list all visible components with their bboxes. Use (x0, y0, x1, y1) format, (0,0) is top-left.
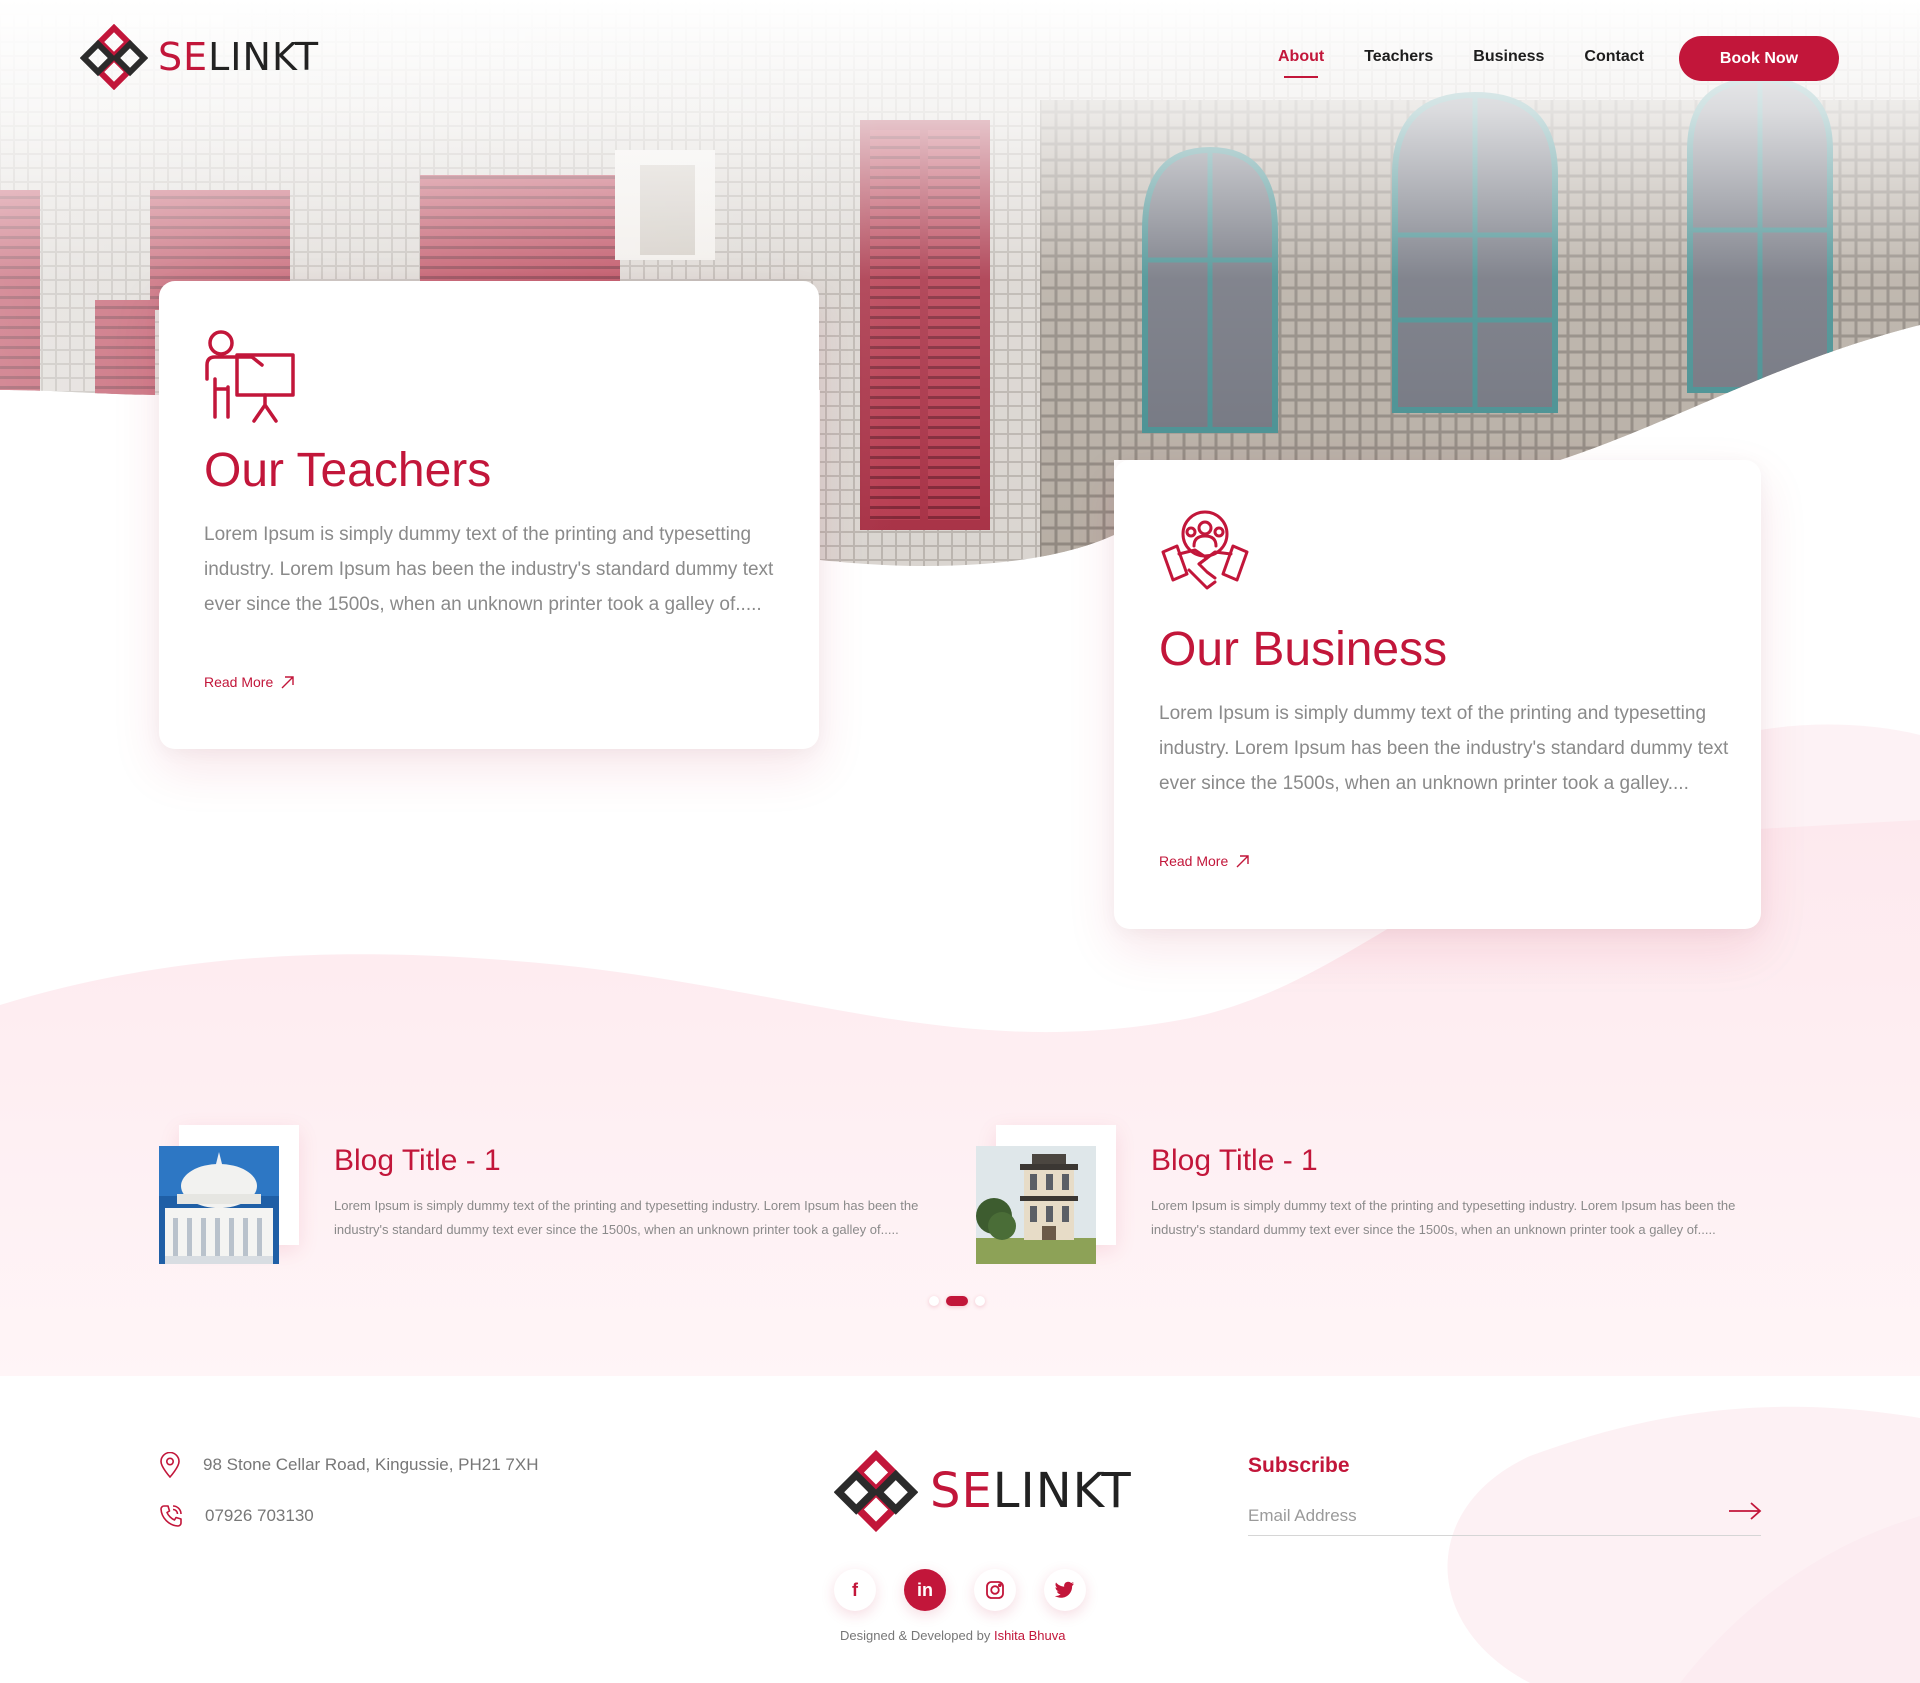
brand-wordmark: SELINKT (930, 1463, 1132, 1519)
carousel-dot-1[interactable] (929, 1296, 939, 1306)
carousel-dot-2[interactable] (946, 1296, 968, 1306)
carousel-dot-3[interactable] (975, 1296, 985, 1306)
address-text: 98 Stone Cellar Road, Kingussie, PH21 7X… (203, 1455, 539, 1474)
phone-text: 07926 703130 (205, 1506, 314, 1525)
teacher-board-icon (205, 330, 295, 423)
mansion-image (976, 1146, 1096, 1264)
top-navigation: SELINKT About Teachers Business Contact … (0, 0, 1920, 116)
teachers-title: Our Teachers (204, 444, 492, 497)
business-title: Our Business (1159, 623, 1448, 676)
blog-title: Blog Title - 1 (1151, 1144, 1318, 1177)
read-more-label: Read More (204, 674, 274, 690)
teachers-description: Lorem Ipsum is simply dummy text of the … (204, 524, 774, 615)
arrow-up-right-icon (281, 675, 294, 688)
nav-links: About Teachers Business Contact (1278, 48, 1684, 78)
read-more-label: Read More (1159, 853, 1229, 869)
business-description: Lorem Ipsum is simply dummy text of the … (1159, 703, 1729, 794)
designer-name[interactable]: Ishita Bhuva (994, 1628, 1066, 1643)
twitter-icon[interactable] (1044, 1569, 1086, 1611)
email-field[interactable] (1248, 1496, 1761, 1536)
instagram-icon[interactable] (974, 1569, 1016, 1611)
social-links: f in (834, 1569, 1086, 1611)
nav-link-business[interactable]: Business (1473, 48, 1544, 66)
subscribe-heading: Subscribe (1248, 1454, 1350, 1477)
footer-credit: Designed & Developed by Ishita Bhuva (840, 1628, 1066, 1643)
footer-phone[interactable]: 07926 703130 (159, 1504, 314, 1528)
location-pin-icon (160, 1452, 180, 1478)
footer-address: 98 Stone Cellar Road, Kingussie, PH21 7X… (159, 1452, 538, 1478)
nav-link-about[interactable]: About (1278, 48, 1324, 78)
tower-balcony-image (159, 1146, 279, 1264)
footer-brand-logo[interactable]: SELINKT (834, 1450, 1132, 1532)
subscribe-submit-button[interactable] (1728, 1498, 1762, 1526)
arrow-right-icon (1729, 1501, 1762, 1520)
knot-logo-icon (834, 1450, 918, 1532)
phone-icon (160, 1505, 182, 1527)
business-handshake-icon (1161, 510, 1249, 590)
blog-card-1[interactable]: Blog Title - 1 Lorem Ipsum is simply dum… (159, 1125, 959, 1270)
brand-wordmark: SELINKT (158, 35, 320, 79)
teachers-read-more-link[interactable]: Read More (204, 674, 294, 690)
blog-card-2[interactable]: Blog Title - 1 Lorem Ipsum is simply dum… (976, 1125, 1776, 1270)
business-read-more-link[interactable]: Read More (1159, 853, 1249, 869)
blog-excerpt: Lorem Ipsum is simply dummy text of the … (334, 1198, 919, 1237)
blog-excerpt: Lorem Ipsum is simply dummy text of the … (1151, 1198, 1736, 1237)
linkedin-icon[interactable]: in (904, 1569, 946, 1611)
blog-title: Blog Title - 1 (334, 1144, 501, 1177)
book-now-button[interactable]: Book Now (1679, 36, 1839, 81)
teachers-card: Our Teachers Lorem Ipsum is simply dummy… (159, 281, 819, 749)
brand-logo[interactable]: SELINKT (80, 24, 319, 90)
nav-link-contact[interactable]: Contact (1584, 48, 1644, 66)
business-card: Our Business Lorem Ipsum is simply dummy… (1114, 460, 1761, 929)
arrow-up-right-icon (1236, 854, 1249, 867)
facebook-icon[interactable]: f (834, 1569, 876, 1611)
knot-logo-icon (80, 24, 148, 90)
nav-link-teachers[interactable]: Teachers (1364, 48, 1433, 66)
carousel-dots (929, 1296, 985, 1306)
